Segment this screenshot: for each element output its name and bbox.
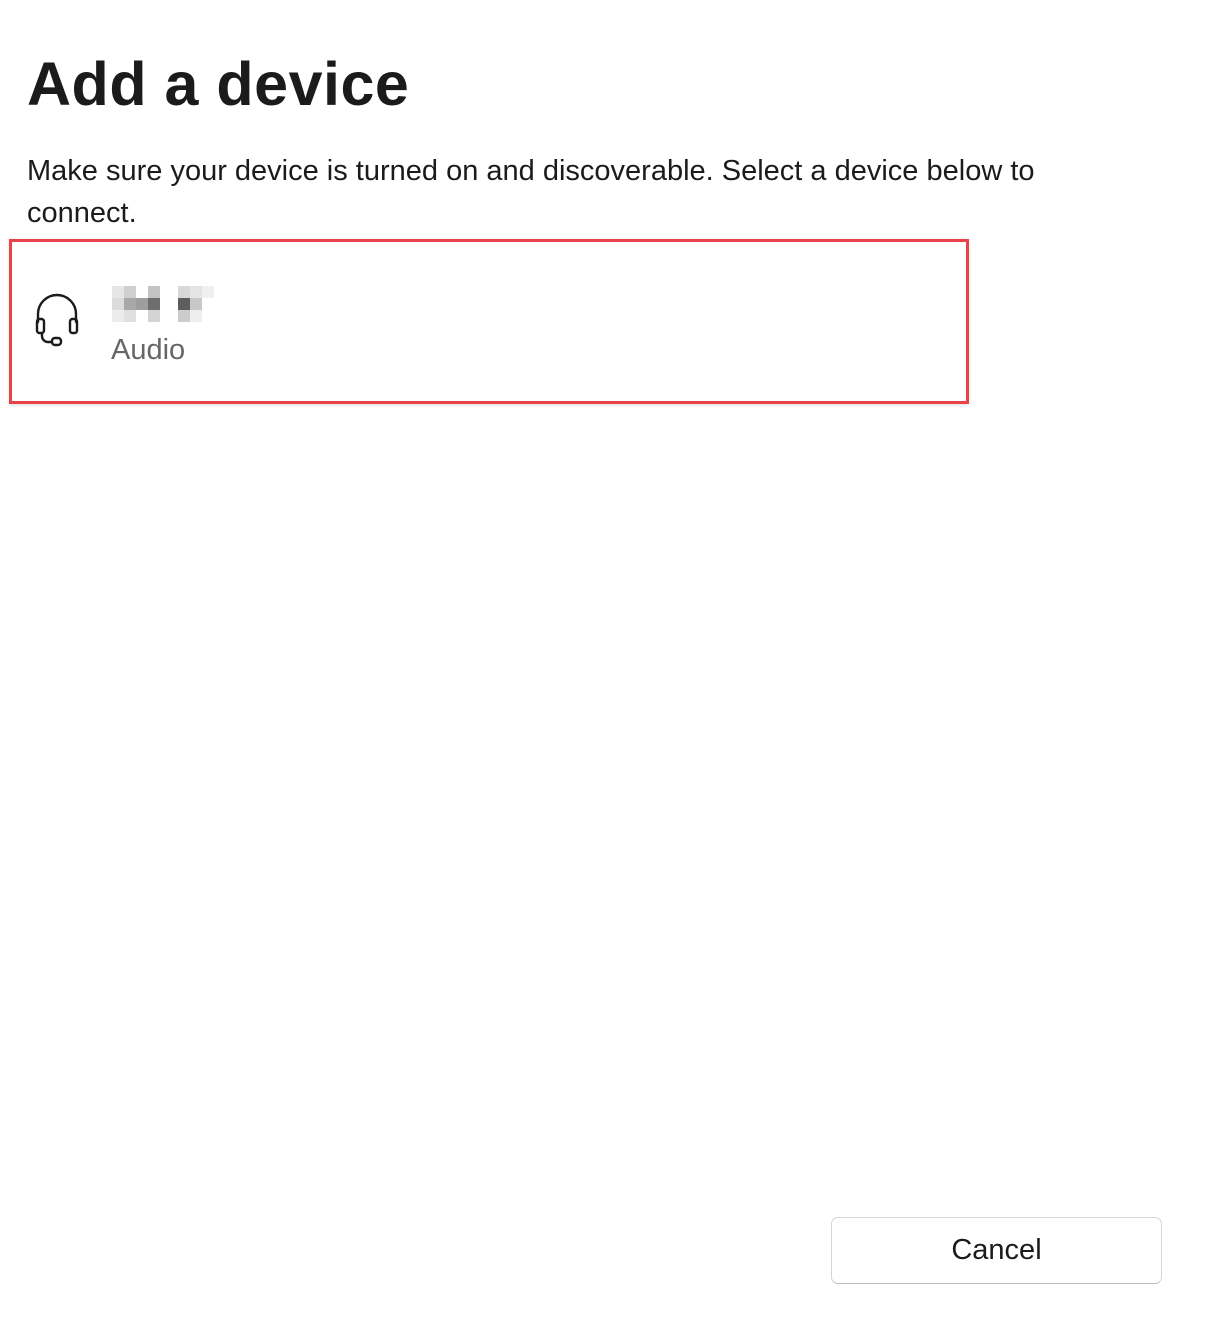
device-list-item[interactable]: Audio — [9, 239, 969, 404]
redaction-pixels — [112, 286, 222, 324]
add-device-dialog: Add a device Make sure your device is tu… — [0, 0, 1218, 1341]
dialog-title: Add a device — [27, 50, 410, 118]
cancel-button[interactable]: Cancel — [831, 1217, 1162, 1284]
device-type-label: Audio — [111, 334, 186, 366]
dialog-instructions: Make sure your device is turned on and d… — [27, 155, 1035, 229]
headset-icon — [34, 292, 80, 348]
